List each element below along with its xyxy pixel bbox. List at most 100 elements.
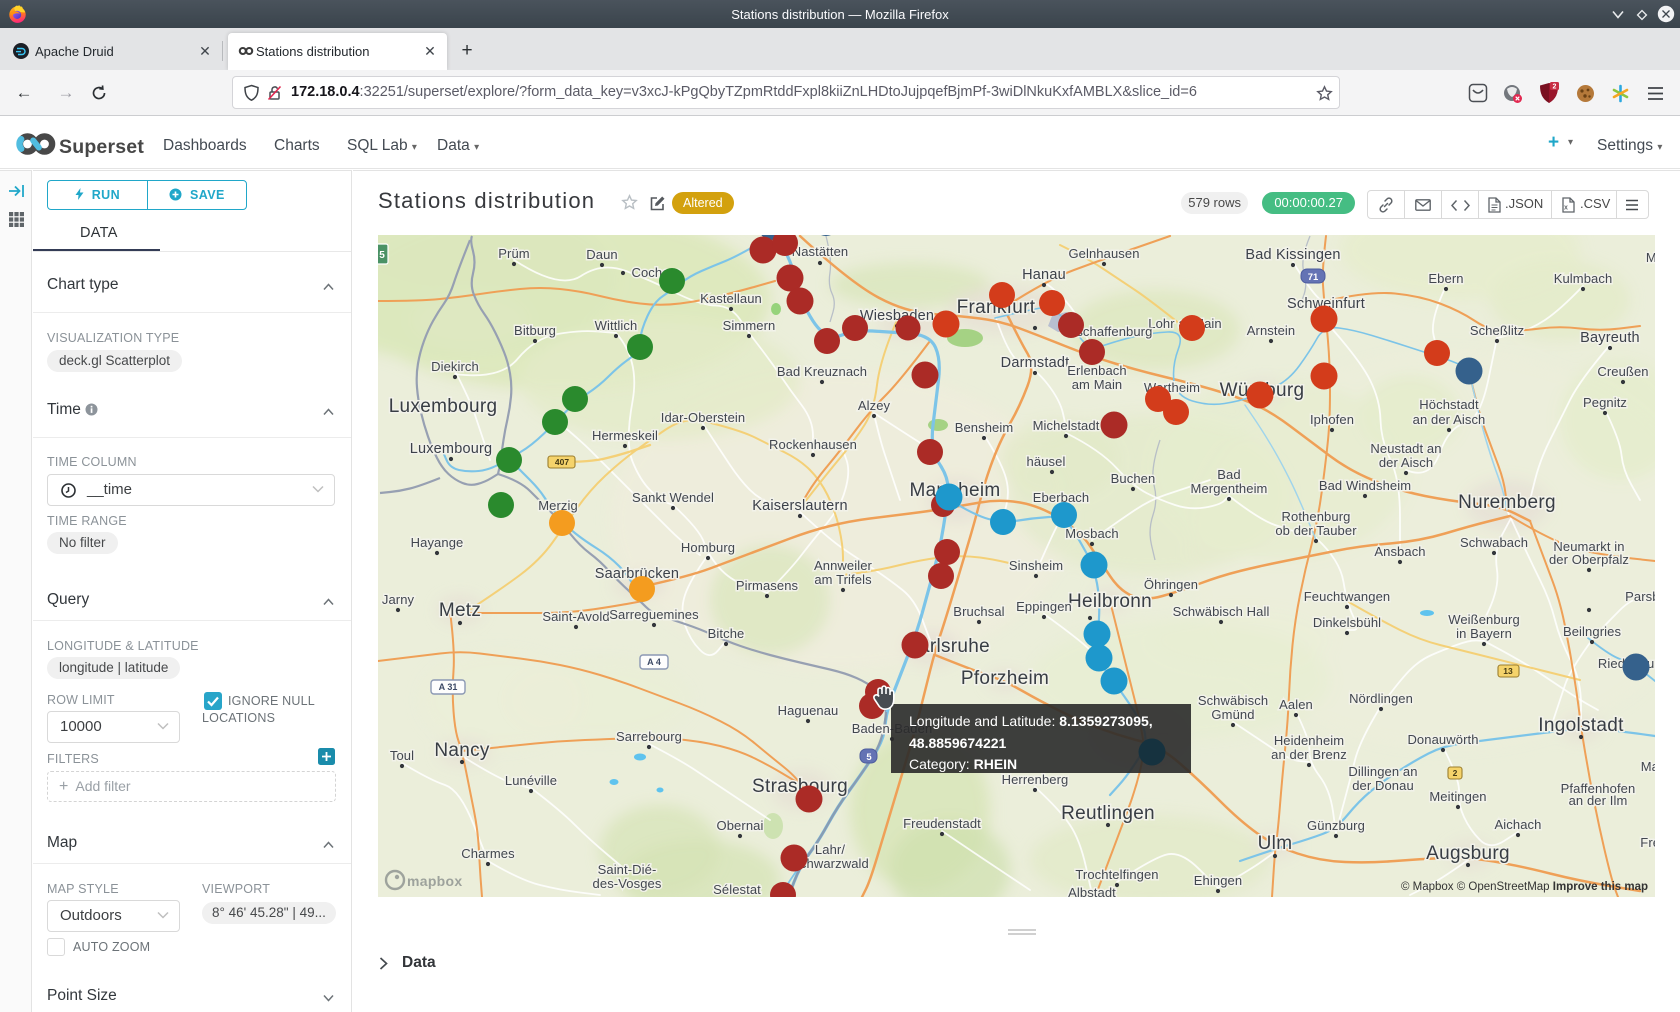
svg-text:Parsbe: Parsbe <box>1625 589 1655 604</box>
svg-text:Bad Kissingen: Bad Kissingen <box>1245 247 1340 263</box>
svg-text:Saint-Avold: Saint-Avold <box>542 609 609 624</box>
svg-text:2: 2 <box>1553 84 1557 91</box>
svg-text:Mosbach: Mosbach <box>1065 526 1118 541</box>
svg-text:mapbox: mapbox <box>407 873 462 889</box>
svg-text:Kaiserslautern: Kaiserslautern <box>752 498 848 514</box>
svg-text:Wiesbaden: Wiesbaden <box>860 308 934 324</box>
svg-text:Homburg: Homburg <box>681 540 735 555</box>
svg-text:71: 71 <box>1308 272 1319 283</box>
svg-text:Longitude and Latitude: 8.1359: Longitude and Latitude: 8.1359273095, <box>909 713 1153 729</box>
svg-text:13: 13 <box>1503 666 1513 676</box>
svg-text:Weißenburg: Weißenburg <box>1448 612 1520 627</box>
svg-text:Heilbronn: Heilbronn <box>1068 591 1152 612</box>
svg-text:Pirmasens: Pirmasens <box>736 578 799 593</box>
svg-text:Freudenstadt: Freudenstadt <box>903 816 981 831</box>
svg-text:Prüm: Prüm <box>498 246 529 261</box>
svg-text:des-Vosges: des-Vosges <box>593 876 662 891</box>
svg-text:Diekirch: Diekirch <box>431 359 479 374</box>
svg-text:Saint-Dié-: Saint-Dié- <box>598 862 657 877</box>
svg-text:Wittlich: Wittlich <box>595 318 638 333</box>
svg-text:Schwabach: Schwabach <box>1460 535 1528 550</box>
svg-text:Idar-Oberstein: Idar-Oberstein <box>661 410 746 425</box>
svg-text:Reutlingen: Reutlingen <box>1061 803 1155 824</box>
svg-text:Sankt Wendel: Sankt Wendel <box>632 490 714 505</box>
svg-text:Heidenheim: Heidenheim <box>1274 733 1344 748</box>
svg-text:Lunéville: Lunéville <box>505 773 557 788</box>
svg-text:5: 5 <box>866 752 872 763</box>
svg-text:407: 407 <box>555 457 569 467</box>
svg-text:Herrenberg: Herrenberg <box>1002 772 1069 787</box>
svg-text:Bayreuth: Bayreuth <box>1580 330 1640 346</box>
svg-text:Bitche: Bitche <box>708 626 745 641</box>
svg-text:Bad Windsheim: Bad Windsheim <box>1319 478 1411 493</box>
svg-text:Bitburg: Bitburg <box>514 323 556 338</box>
svg-text:Ehingen: Ehingen <box>1194 873 1242 888</box>
svg-text:Sélestat: Sélestat <box>713 882 761 897</box>
svg-text:Aichach: Aichach <box>1495 817 1542 832</box>
svg-text:der Aisch: der Aisch <box>1379 455 1433 470</box>
svg-text:Luxembourg: Luxembourg <box>389 396 498 417</box>
svg-text:Gelnhausen: Gelnhausen <box>1068 246 1139 261</box>
svg-text:Aalen: Aalen <box>1279 697 1313 712</box>
svg-text:Feuchtwangen: Feuchtwangen <box>1304 589 1390 604</box>
svg-text:Rothenburg: Rothenburg <box>1282 509 1351 524</box>
svg-text:Nuremberg: Nuremberg <box>1458 492 1556 513</box>
svg-text:Creußen: Creußen <box>1597 364 1648 379</box>
svg-text:Arnstein: Arnstein <box>1247 323 1296 338</box>
svg-text:A 4: A 4 <box>647 657 661 667</box>
svg-text:an der Brenz: an der Brenz <box>1271 747 1347 762</box>
svg-text:Trochtelfingen: Trochtelfingen <box>1075 867 1158 882</box>
svg-text:Erlenbach: Erlenbach <box>1067 363 1126 378</box>
svg-text:Ulm: Ulm <box>1258 833 1293 854</box>
svg-text:Nastätten: Nastätten <box>792 244 849 259</box>
svg-text:Luxembourg: Luxembourg <box>410 441 493 457</box>
svg-text:am Main: am Main <box>1072 377 1123 392</box>
svg-text:Scheßlitz: Scheßlitz <box>1470 323 1524 338</box>
svg-text:Pforzheim: Pforzheim <box>961 668 1049 689</box>
svg-text:Kulmbach: Kulmbach <box>1554 271 1613 286</box>
svg-text:Pegnitz: Pegnitz <box>1583 395 1627 410</box>
svg-text:Ebern: Ebern <box>1428 271 1463 286</box>
svg-text:Buchen: Buchen <box>1111 471 1156 486</box>
svg-text:Freis: Freis <box>1640 835 1655 850</box>
svg-text:Bad: Bad <box>1217 467 1240 482</box>
svg-text:häusel: häusel <box>1027 454 1066 469</box>
svg-text:ob der Tauber: ob der Tauber <box>1275 523 1357 538</box>
svg-text:Nancy: Nancy <box>434 740 490 761</box>
svg-text:Ingolstadt: Ingolstadt <box>1538 715 1624 736</box>
svg-text:Eppingen: Eppingen <box>1016 599 1072 614</box>
svg-text:der Oberpfalz: der Oberpfalz <box>1549 552 1629 567</box>
svg-text:am Trifels: am Trifels <box>814 572 872 587</box>
svg-text:Lahr/: Lahr/ <box>815 842 845 857</box>
svg-text:Toul: Toul <box>390 748 414 763</box>
svg-text:Schwäbisch: Schwäbisch <box>1198 693 1268 708</box>
svg-text:Bensheim: Bensheim <box>955 420 1014 435</box>
svg-text:Mergentheim: Mergentheim <box>1191 481 1268 496</box>
svg-text:Schwäbisch Hall: Schwäbisch Hall <box>1173 604 1270 619</box>
svg-text:Donauwörth: Donauwörth <box>1407 732 1478 747</box>
svg-text:Alzey: Alzey <box>858 398 891 413</box>
svg-text:2: 2 <box>1453 768 1458 778</box>
svg-text:der Donau: der Donau <box>1352 778 1414 793</box>
svg-text:Hanau: Hanau <box>1022 267 1066 283</box>
svg-text:Neustadt an: Neustadt an <box>1370 441 1441 456</box>
svg-text:A 31: A 31 <box>439 682 458 692</box>
svg-text:Öhringen: Öhringen <box>1144 577 1198 592</box>
svg-text:Sarreguemines: Sarreguemines <box>609 607 699 622</box>
svg-text:Michelstadt: Michelstadt <box>1033 418 1100 433</box>
svg-text:Jarny: Jarny <box>382 592 415 607</box>
svg-text:Main: Main <box>1641 759 1655 774</box>
svg-text:Category: RHEIN: Category: RHEIN <box>909 756 1017 772</box>
svg-text:in Bayern: in Bayern <box>1456 626 1512 641</box>
svg-text:an der Ilm: an der Ilm <box>1569 793 1628 808</box>
svg-text:Beilngries: Beilngries <box>1563 624 1621 639</box>
svg-text:Iphofen: Iphofen <box>1310 412 1354 427</box>
svg-text:Kastellaun: Kastellaun <box>700 291 762 306</box>
svg-text:Sarrebourg: Sarrebourg <box>616 729 682 744</box>
svg-text:Dinkelsbühl: Dinkelsbühl <box>1313 615 1381 630</box>
svg-text:x: x <box>1564 205 1568 212</box>
svg-text:Rockenhausen: Rockenhausen <box>769 437 857 452</box>
svg-text:5: 5 <box>379 250 385 261</box>
svg-text:Daun: Daun <box>586 247 617 262</box>
svg-text:48.8859674221: 48.8859674221 <box>909 735 1007 751</box>
